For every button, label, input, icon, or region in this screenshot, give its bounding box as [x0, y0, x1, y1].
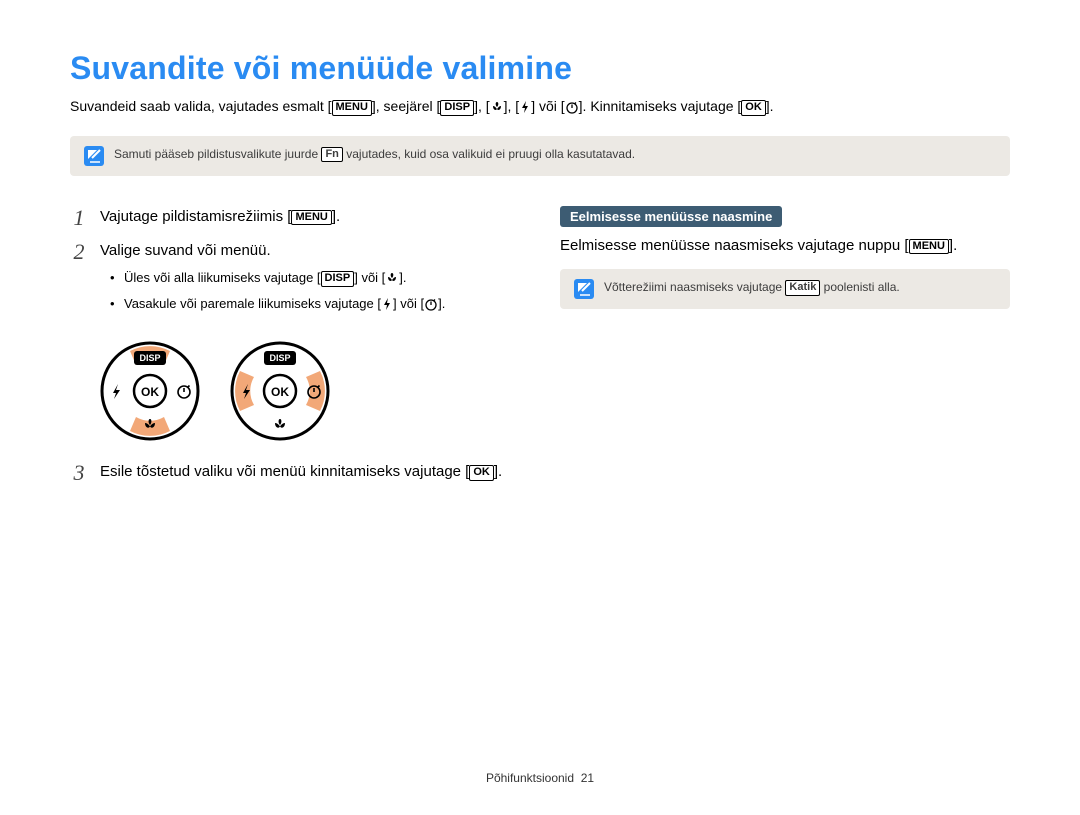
ok-key-label: OK	[469, 465, 494, 481]
flash-icon	[519, 100, 531, 120]
step-1: 1 Vajutage pildistamisrežiimis [MENU].	[70, 206, 520, 230]
fn-key-label: Fn	[321, 147, 342, 163]
intro-text: ], seejärel [	[372, 98, 440, 114]
intro-text: ], [	[474, 98, 490, 114]
step-text: Vajutage pildistamisrežiimis [	[100, 208, 291, 225]
disp-key-label: DISP	[440, 100, 474, 116]
dial-horizontal: OK DISP	[230, 341, 330, 441]
note-box: Samuti pääseb pildistusvalikute juurde F…	[70, 136, 1010, 176]
step-text: Esile tõstetud valiku või menüü kinnitam…	[100, 463, 469, 480]
sub-item: Vasakule või paremale liikumiseks vajuta…	[114, 294, 445, 317]
page-footer: Põhifunktsioonid 21	[0, 771, 1080, 785]
svg-text:DISP: DISP	[269, 353, 290, 363]
svg-text:OK: OK	[271, 385, 289, 399]
footer-page-number: 21	[581, 771, 594, 785]
sub-item: Üles või alla liikumiseks vajutage [DISP…	[114, 268, 445, 291]
note-text-part: Samuti pääseb pildistusvalikute juurde	[114, 147, 321, 161]
sub-text: ] või [	[393, 296, 424, 311]
sub-text: ].	[399, 270, 406, 285]
ok-label: OK	[141, 385, 159, 399]
step-2: 2 Valige suvand või menüü. Üles või alla…	[70, 240, 520, 327]
intro-text: Suvandeid saab valida, vajutades esmalt …	[70, 98, 332, 114]
right-text-part: ].	[949, 237, 957, 254]
intro-text: ], [	[504, 98, 520, 114]
note-text: Võtterežiimi naasmiseks vajutage Katik p…	[604, 279, 900, 296]
note-box: Võtterežiimi naasmiseks vajutage Katik p…	[560, 269, 1010, 309]
intro-text: ].	[766, 98, 774, 114]
note-text-part: poolenisti alla.	[820, 280, 899, 294]
note-text-part: vajutades, kuid osa valikuid ei pruugi o…	[343, 147, 635, 161]
intro-text: ] või [	[531, 98, 564, 114]
note-icon	[574, 279, 594, 299]
right-paragraph: Eelmisesse menüüsse naasmiseks vajutage …	[560, 235, 1010, 258]
intro-text: ]. Kinnitamiseks vajutage [	[579, 98, 742, 114]
sub-text: ] või [	[354, 270, 385, 285]
macro-icon	[385, 271, 399, 291]
step-text: ].	[332, 208, 340, 225]
step-number: 3	[70, 461, 88, 485]
note-icon	[84, 146, 104, 166]
svg-text:DISP: DISP	[139, 353, 160, 363]
shutter-key-label: Katik	[785, 280, 820, 296]
sub-text: Vasakule või paremale liikumiseks vajuta…	[124, 296, 381, 311]
right-text-part: Eelmisesse menüüsse naasmiseks vajutage …	[560, 237, 909, 254]
flash-icon	[381, 297, 393, 317]
timer-icon	[565, 100, 579, 120]
dial-illustrations: OK DISP	[100, 341, 520, 441]
step-number: 2	[70, 240, 88, 327]
note-text: Samuti pääseb pildistusvalikute juurde F…	[114, 146, 635, 163]
macro-icon	[490, 100, 504, 120]
sub-text: ].	[438, 296, 445, 311]
sub-text: Üles või alla liikumiseks vajutage [	[124, 270, 321, 285]
page-title: Suvandite või menüüde valimine	[70, 50, 1010, 87]
dial-vertical: OK DISP	[100, 341, 200, 441]
menu-key-label: MENU	[332, 100, 372, 116]
ok-key-label: OK	[741, 100, 766, 116]
step-3: 3 Esile tõstetud valiku või menüü kinnit…	[70, 461, 520, 485]
step-text: Valige suvand või menüü.	[100, 242, 271, 259]
intro-paragraph: Suvandeid saab valida, vajutades esmalt …	[70, 97, 1010, 120]
right-column: Eelmisesse menüüsse naasmine Eelmisesse …	[560, 206, 1010, 496]
subheading: Eelmisesse menüüsse naasmine	[560, 206, 782, 227]
note-text-part: Võtterežiimi naasmiseks vajutage	[604, 280, 785, 294]
disp-key-label: DISP	[321, 271, 355, 287]
timer-icon	[424, 297, 438, 317]
left-column: 1 Vajutage pildistamisrežiimis [MENU]. 2…	[70, 206, 520, 496]
step-text: ].	[494, 463, 502, 480]
footer-section: Põhifunktsioonid	[486, 771, 574, 785]
menu-key-label: MENU	[291, 210, 331, 226]
step-number: 1	[70, 206, 88, 230]
menu-key-label: MENU	[909, 239, 949, 255]
